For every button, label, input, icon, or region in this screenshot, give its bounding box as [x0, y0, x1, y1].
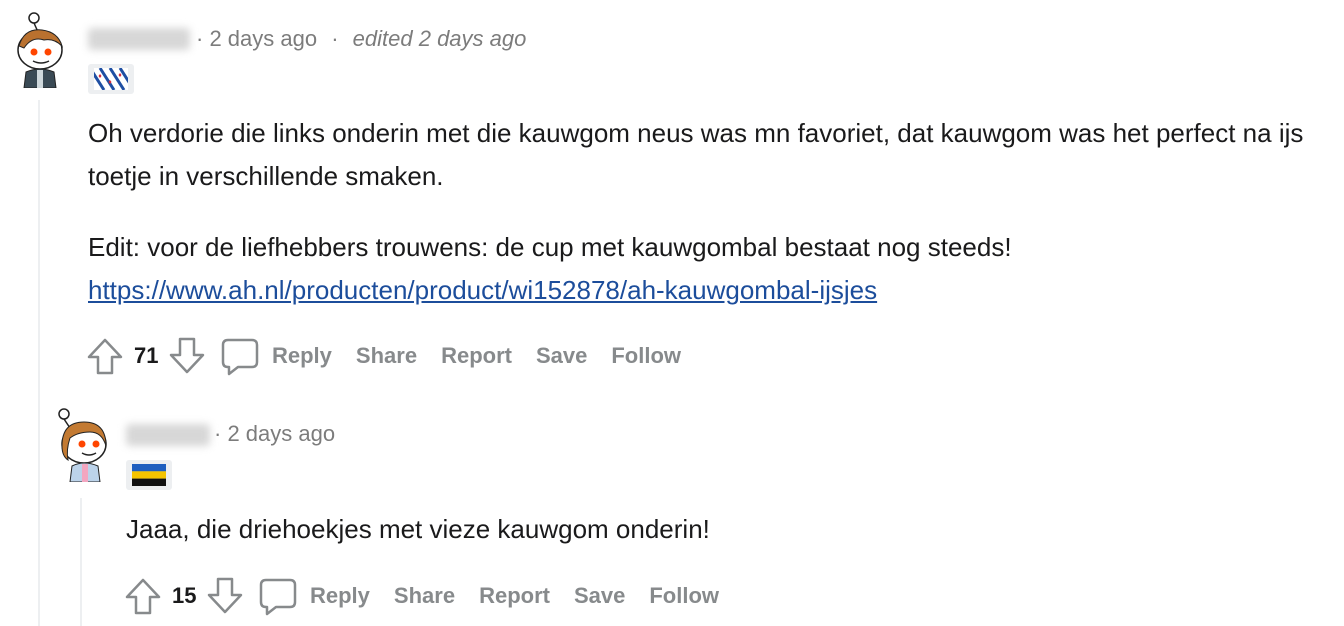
edit-note: Edit: voor de liefhebbers trouwens: de c…	[88, 232, 1012, 262]
follow-button[interactable]: Follow	[611, 343, 681, 369]
comment-body-paragraph: Jaaa, die driehoekjes met vieze kauwgom …	[126, 514, 710, 544]
separator-dot: ·	[331, 26, 339, 51]
upvote-icon[interactable]	[124, 576, 162, 616]
separator-dot: ·	[196, 26, 204, 51]
comment-bubble-icon[interactable]	[258, 576, 298, 616]
share-button[interactable]: Share	[356, 343, 417, 369]
comment-actions: 71 Reply Share Report Save Follow	[86, 336, 681, 376]
gelderland-flag-icon	[132, 464, 166, 486]
upvote-icon[interactable]	[86, 336, 124, 376]
user-flair	[88, 64, 134, 94]
comment-thread: · 2 days ago · edited 2 days ago Oh verd…	[0, 0, 1344, 626]
timestamp[interactable]: 2 days ago	[227, 421, 335, 446]
frisian-flag-icon	[94, 68, 128, 90]
report-button[interactable]: Report	[479, 583, 550, 609]
avatar[interactable]	[54, 406, 110, 483]
reply-button[interactable]: Reply	[310, 583, 370, 609]
save-button[interactable]: Save	[574, 583, 625, 609]
comment-meta: · 2 days ago	[214, 421, 335, 447]
separator-dot: ·	[214, 421, 222, 446]
report-button[interactable]: Report	[441, 343, 512, 369]
comment-bubble-icon[interactable]	[220, 336, 260, 376]
vote-count: 15	[172, 583, 197, 608]
comment-body-paragraph: Oh verdorie die links onderin met die ka…	[88, 118, 1304, 191]
downvote-icon[interactable]	[206, 576, 244, 616]
reply-button[interactable]: Reply	[272, 343, 332, 369]
vote-count: 71	[134, 343, 159, 368]
follow-button[interactable]: Follow	[649, 583, 719, 609]
user-flair	[126, 460, 172, 490]
comment-body-paragraph: Edit: voor de liefhebbers trouwens: de c…	[88, 226, 1324, 312]
share-button[interactable]: Share	[394, 583, 455, 609]
thread-line-level-2[interactable]	[80, 498, 82, 626]
username[interactable]	[126, 424, 210, 446]
save-button[interactable]: Save	[536, 343, 587, 369]
comment-actions: 15 Reply Share Report Save Follow	[124, 576, 719, 616]
username[interactable]	[88, 28, 190, 50]
downvote-icon[interactable]	[168, 336, 206, 376]
product-link[interactable]: https://www.ah.nl/producten/product/wi15…	[88, 275, 877, 305]
comment-meta: · 2 days ago · edited 2 days ago	[196, 26, 526, 52]
thread-line-level-1[interactable]	[38, 100, 40, 626]
timestamp[interactable]: 2 days ago	[209, 26, 317, 51]
edited-label: edited 2 days ago	[352, 26, 527, 51]
avatar[interactable]	[10, 12, 66, 89]
